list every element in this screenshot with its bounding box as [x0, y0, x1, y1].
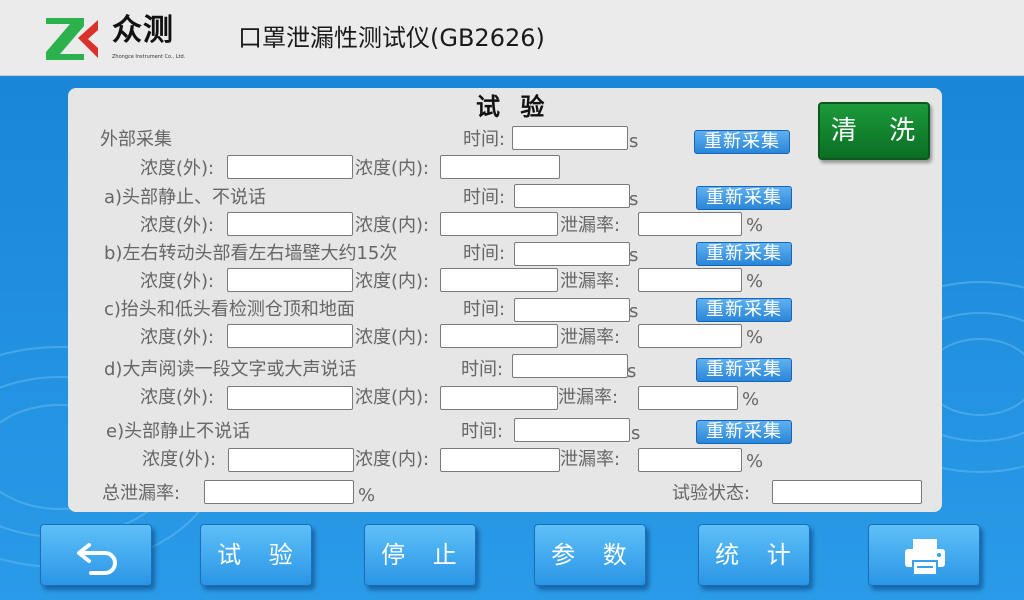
app-title: 口罩泄漏性测试仪(GB2626)	[238, 24, 545, 52]
d-leak-field[interactable]	[638, 386, 738, 410]
conc-in-label: 浓度(内):	[355, 449, 430, 470]
percent-unit: %	[746, 451, 764, 472]
leak-label: 泄漏率:	[560, 449, 621, 470]
a-conc-in-field[interactable]	[440, 212, 558, 236]
back-arrow-icon	[77, 543, 117, 575]
resample-button-a[interactable]: 重新采集	[696, 186, 792, 210]
percent-unit: %	[746, 327, 764, 348]
time-label: 时间:	[463, 243, 506, 264]
b-time-field[interactable]	[514, 242, 630, 266]
clean-button[interactable]: 清 洗	[818, 102, 930, 160]
b-leak-field[interactable]	[638, 268, 742, 292]
b-conc-out-field[interactable]	[227, 268, 353, 292]
resample-button-d[interactable]: 重新采集	[696, 358, 792, 382]
total-leak-label: 总泄漏率:	[102, 483, 181, 504]
time-label: 时间:	[463, 187, 506, 208]
stop-button[interactable]: 停 止	[364, 524, 476, 586]
external-time-field[interactable]	[512, 126, 628, 150]
section-label-c: c)抬头和低头看检测仓顶和地面	[104, 299, 355, 320]
test-status-field[interactable]	[772, 480, 922, 504]
e-conc-out-field[interactable]	[228, 448, 354, 472]
conc-in-label: 浓度(内):	[355, 271, 430, 292]
section-label-a: a)头部静止、不说话	[104, 187, 267, 208]
d-conc-in-field[interactable]	[440, 386, 558, 410]
time-label: 时间:	[463, 299, 506, 320]
conc-out-label: 浓度(外):	[140, 271, 215, 292]
company-logo-icon	[46, 18, 98, 60]
leak-label: 泄漏率:	[560, 215, 621, 236]
conc-in-label: 浓度(内):	[355, 327, 430, 348]
panel-title: 试 验	[476, 93, 551, 121]
time-label: 时间:	[461, 359, 504, 380]
conc-in-label: 浓度(内):	[355, 387, 430, 408]
c-leak-field[interactable]	[638, 324, 742, 348]
statistics-button[interactable]: 统 计	[698, 524, 810, 586]
conc-in-label: 浓度(内):	[355, 215, 430, 236]
conc-out-label: 浓度(外):	[142, 449, 217, 470]
seconds-unit: s	[631, 423, 641, 444]
section-label-e: e)头部静止不说话	[106, 421, 251, 442]
leak-label: 泄漏率:	[558, 387, 619, 408]
percent-unit: %	[746, 215, 764, 236]
leak-label: 泄漏率:	[560, 271, 621, 292]
logo-text: 众测	[112, 13, 174, 48]
e-time-field[interactable]	[514, 418, 630, 442]
a-time-field[interactable]	[514, 184, 630, 208]
conc-in-label: 浓度(内):	[355, 158, 430, 179]
parameters-button[interactable]: 参 数	[534, 524, 646, 586]
section-label-external: 外部采集	[100, 129, 172, 150]
resample-button-c[interactable]: 重新采集	[696, 298, 792, 322]
a-conc-out-field[interactable]	[227, 212, 353, 236]
conc-out-label: 浓度(外):	[140, 387, 215, 408]
section-label-d: d)大声阅读一段文字或大声说话	[104, 359, 357, 380]
test-status-label: 试验状态:	[672, 483, 751, 504]
c-conc-out-field[interactable]	[227, 324, 353, 348]
c-time-field[interactable]	[514, 298, 630, 322]
test-button[interactable]: 试 验	[200, 524, 312, 586]
percent-unit: %	[742, 389, 760, 410]
seconds-unit: s	[627, 361, 637, 382]
percent-unit: %	[358, 485, 376, 506]
logo-subtext: Zhongce Instrument Co., Ltd.	[112, 54, 186, 60]
b-conc-in-field[interactable]	[440, 268, 558, 292]
conc-out-label: 浓度(外):	[140, 327, 215, 348]
resample-button-b[interactable]: 重新采集	[696, 242, 792, 266]
time-label: 时间:	[463, 129, 506, 150]
e-conc-in-field[interactable]	[440, 448, 560, 472]
seconds-unit: s	[629, 189, 639, 210]
external-conc-in-field[interactable]	[440, 155, 560, 179]
resample-button-external[interactable]: 重新采集	[694, 130, 790, 154]
back-button[interactable]	[40, 524, 152, 586]
d-time-field[interactable]	[512, 354, 628, 378]
c-conc-in-field[interactable]	[440, 324, 558, 348]
leak-label: 泄漏率:	[560, 327, 621, 348]
seconds-unit: s	[629, 301, 639, 322]
total-leak-field[interactable]	[204, 480, 354, 504]
time-label: 时间:	[461, 421, 504, 442]
section-label-b: b)左右转动头部看左右墙壁大约15次	[104, 243, 398, 264]
conc-out-label: 浓度(外):	[140, 158, 215, 179]
printer-icon	[905, 539, 945, 576]
external-conc-out-field[interactable]	[227, 155, 353, 179]
resample-button-e[interactable]: 重新采集	[696, 420, 792, 444]
percent-unit: %	[746, 271, 764, 292]
d-conc-out-field[interactable]	[227, 386, 353, 410]
seconds-unit: s	[629, 245, 639, 266]
conc-out-label: 浓度(外):	[140, 215, 215, 236]
seconds-unit: s	[629, 131, 639, 152]
e-leak-field[interactable]	[638, 448, 742, 472]
a-leak-field[interactable]	[638, 212, 742, 236]
print-button[interactable]	[868, 524, 980, 586]
app-header: 众测 Zhongce Instrument Co., Ltd. 口罩泄漏性测试仪…	[0, 0, 1024, 76]
